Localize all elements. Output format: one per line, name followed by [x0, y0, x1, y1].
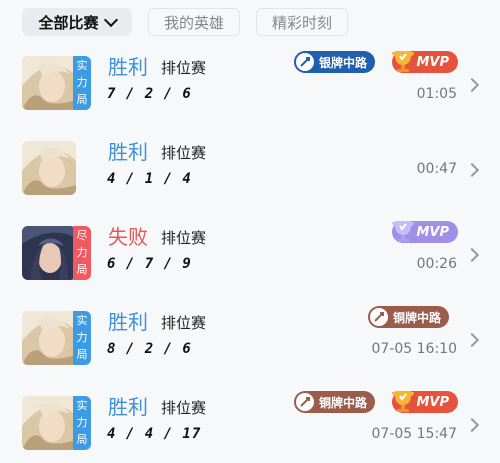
lane-badge-label: 铜牌中路 — [393, 310, 442, 325]
match-time: 07-05 15:47 — [371, 426, 457, 442]
match-row[interactable]: 实力局 胜利 排位赛 7 / 2 / 6 银牌中路 MVP 01:05 — [0, 46, 500, 131]
mvp-badge-label: MVP — [416, 54, 449, 70]
mvp-badge: MVP — [392, 391, 458, 413]
lane-badge-label: 铜牌中路 — [319, 395, 368, 410]
lane-badge: 铜牌中路 — [368, 306, 450, 328]
chevron-down-icon — [103, 12, 118, 27]
sword-icon — [296, 393, 314, 411]
sword-icon — [296, 53, 314, 71]
mvp-badge: MVP — [392, 221, 458, 243]
match-kda: 6 / 7 / 9 — [107, 256, 192, 272]
match-type: 排位赛 — [161, 229, 207, 247]
match-type: 排位赛 — [161, 399, 207, 417]
match-row[interactable]: 实力局 胜利 排位赛 8 / 2 / 6 铜牌中路 07-05 16:10 — [0, 301, 500, 386]
match-result: 失败 — [108, 225, 148, 249]
chevron-right-icon — [464, 247, 480, 263]
match-kda: 7 / 2 / 6 — [107, 86, 192, 102]
trophy-icon — [392, 221, 414, 242]
chevron-right-icon — [464, 332, 480, 348]
mvp-badge: MVP — [392, 51, 458, 73]
match-row[interactable]: 实力局 胜利 排位赛 4 / 4 / 17 铜牌中路 MVP 07-05 15:… — [0, 386, 500, 463]
hero-avatar — [22, 396, 76, 450]
match-type: 排位赛 — [161, 59, 207, 77]
filter-bar: 全部比赛 我的英雄 精彩时刻 — [0, 0, 500, 44]
filter-all-matches[interactable]: 全部比赛 — [22, 8, 132, 36]
match-type: 排位赛 — [161, 314, 207, 332]
chevron-right-icon — [464, 417, 480, 433]
filter-all-matches-label: 全部比赛 — [38, 13, 99, 32]
mvp-badge-label: MVP — [416, 394, 449, 410]
match-result: 胜利 — [108, 395, 148, 419]
mvp-badge-label: MVP — [416, 224, 449, 240]
trophy-icon — [392, 51, 414, 72]
trophy-icon — [392, 391, 414, 412]
match-kda: 4 / 1 / 4 — [107, 171, 192, 187]
match-time: 07-05 16:10 — [371, 341, 457, 357]
match-result: 胜利 — [108, 55, 148, 79]
filter-my-heroes-label: 我的英雄 — [163, 13, 224, 32]
hero-avatar — [22, 226, 76, 280]
match-row[interactable]: 胜利 排位赛 4 / 1 / 4 00:47 — [0, 131, 500, 216]
mode-tag: 实力局 — [73, 311, 91, 365]
match-result: 胜利 — [108, 140, 148, 164]
filter-highlights[interactable]: 精彩时刻 — [256, 8, 348, 36]
lane-badge: 银牌中路 — [294, 51, 376, 73]
mode-tag: 尽力局 — [73, 226, 91, 280]
mode-tag: 实力局 — [73, 56, 91, 110]
lane-badge-label: 银牌中路 — [319, 55, 368, 70]
mode-tag: 实力局 — [73, 396, 91, 450]
match-time: 00:26 — [416, 256, 457, 272]
match-kda: 4 / 4 / 17 — [107, 426, 202, 442]
sword-icon — [370, 308, 388, 326]
match-time: 00:47 — [416, 161, 457, 177]
match-type: 排位赛 — [161, 144, 207, 162]
match-time: 01:05 — [416, 86, 457, 102]
chevron-right-icon — [464, 162, 480, 178]
match-row[interactable]: 尽力局 失败 排位赛 6 / 7 / 9 MVP 00:26 — [0, 216, 500, 301]
chevron-right-icon — [464, 77, 480, 93]
hero-avatar — [22, 311, 76, 365]
match-kda: 8 / 2 / 6 — [107, 341, 192, 357]
hero-avatar — [22, 56, 76, 110]
match-result: 胜利 — [108, 310, 148, 334]
filter-highlights-label: 精彩时刻 — [271, 13, 332, 32]
hero-avatar — [22, 141, 76, 195]
lane-badge: 铜牌中路 — [294, 391, 376, 413]
filter-my-heroes[interactable]: 我的英雄 — [148, 8, 240, 36]
